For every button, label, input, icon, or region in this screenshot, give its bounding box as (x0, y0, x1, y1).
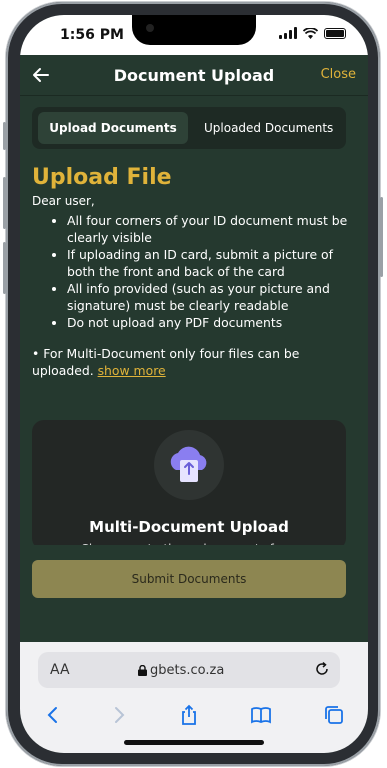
submit-documents-button[interactable]: Submit Documents (32, 560, 346, 598)
list-item: All info provided (such as your picture … (67, 280, 352, 314)
wifi-icon (303, 27, 318, 39)
card-title: Multi-Document Upload (89, 518, 289, 536)
multi-note-text: • For Multi-Document only four files can… (32, 346, 300, 378)
battery-icon (324, 27, 346, 39)
greeting-text: Dear user, (32, 194, 95, 208)
back-icon[interactable] (42, 704, 64, 726)
status-time: 1:56 PM (60, 27, 124, 43)
reload-icon[interactable] (314, 661, 330, 677)
section-heading: Upload File (32, 165, 172, 190)
browser-toolbar: AA gbets.co.za (20, 642, 368, 753)
browser-nav (20, 702, 368, 732)
url-text: gbets.co.za (150, 663, 225, 678)
volume-up-button (3, 177, 6, 229)
cloud-upload-icon (170, 446, 207, 482)
close-link[interactable]: Close (321, 67, 356, 82)
tab-upload-documents[interactable]: Upload Documents (38, 112, 188, 144)
dynamic-island (132, 15, 256, 45)
tab-uploaded-documents[interactable]: Uploaded Documents (204, 112, 333, 144)
address-bar[interactable]: AA gbets.co.za (38, 652, 340, 688)
screen: 1:56 PM Document Upload Close Upload Doc… (20, 15, 368, 753)
status-bar: 1:56 PM (20, 15, 368, 55)
list-item: If uploading an ID card, submit a pictur… (67, 246, 352, 280)
forward-icon[interactable] (108, 704, 130, 726)
submit-bar: Submit Documents (20, 545, 368, 642)
tabs-icon[interactable] (323, 704, 345, 726)
mute-switch (3, 122, 6, 150)
camera (146, 24, 154, 32)
app-header: Document Upload Close (20, 55, 368, 96)
home-indicator (124, 740, 264, 745)
page-title: Document Upload (113, 66, 275, 85)
list-item: Do not upload any PDF documents (67, 314, 352, 331)
volume-down-button (3, 242, 6, 294)
lock-icon (138, 665, 147, 676)
bookmarks-icon[interactable] (250, 704, 272, 726)
multi-document-note: • For Multi-Document only four files can… (32, 345, 352, 379)
tab-bar: Upload Documents Uploaded Documents (32, 107, 346, 149)
multi-document-upload-card[interactable]: Multi-Document Upload Choose up to three… (32, 420, 346, 550)
show-more-link[interactable]: show more (98, 363, 166, 378)
text-size-button[interactable]: AA (50, 662, 70, 678)
list-item: All four corners of your ID document mus… (67, 212, 352, 246)
share-icon[interactable] (178, 704, 200, 726)
power-button (380, 197, 383, 277)
signal-icon (279, 27, 297, 39)
upload-info: Upload File Dear user, All four corners … (32, 165, 352, 379)
rules-list: All four corners of your ID document mus… (32, 212, 352, 331)
upload-icon-circle (154, 430, 224, 500)
